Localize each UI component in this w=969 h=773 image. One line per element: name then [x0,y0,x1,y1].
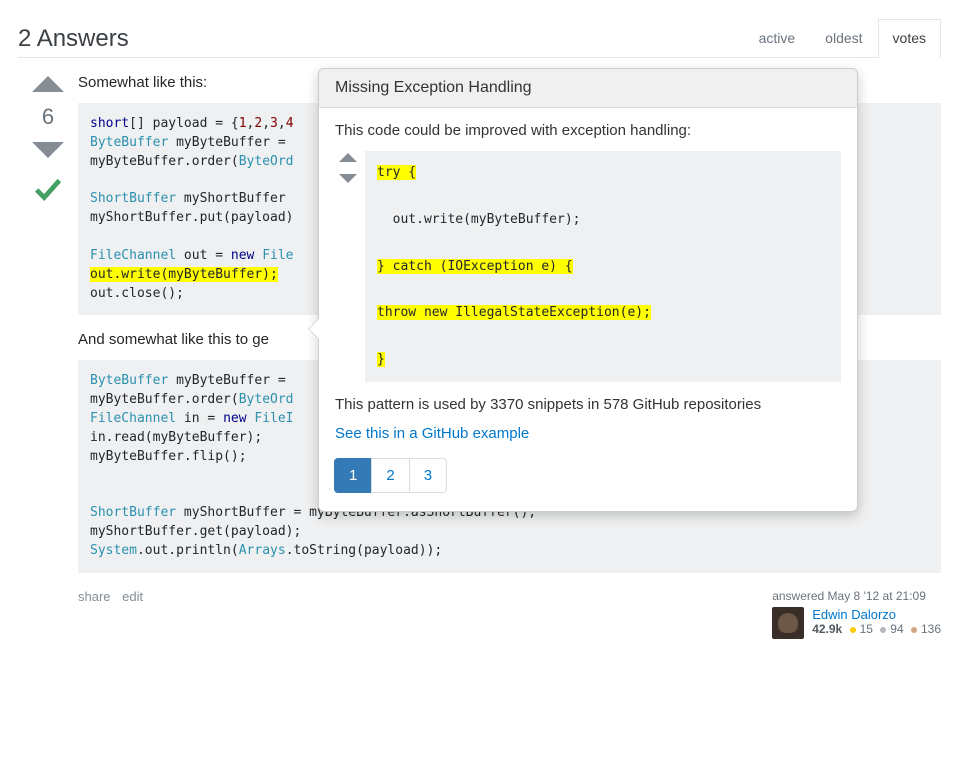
highlighted-code-line: out.write(myByteBuffer); [90,267,278,282]
popover-description: This code could be improved with excepti… [335,122,841,139]
sort-tabs: active oldest votes [744,18,941,57]
suggested-code-snippet: try { out.write(myByteBuffer); } catch (… [365,151,841,382]
accepted-check-icon [31,172,65,209]
pager: 1 2 3 [335,458,841,493]
bronze-badge-dot-icon [911,627,917,633]
downvote-icon[interactable] [32,142,64,158]
reputation: 42.9k [812,622,842,636]
snippet-upvote-icon[interactable] [339,153,357,162]
tab-votes[interactable]: votes [878,19,941,58]
page-1-button[interactable]: 1 [334,458,372,493]
edit-link[interactable]: edit [122,589,143,604]
suggestion-popover: Missing Exception Handling This code cou… [318,68,858,512]
upvote-icon[interactable] [32,76,64,92]
page-2-button[interactable]: 2 [371,458,409,493]
snippet-vote-column [335,151,361,382]
tab-active[interactable]: active [744,19,811,58]
silver-badge-dot-icon [880,627,886,633]
gold-badge-count: 15 [860,622,873,636]
user-name-link[interactable]: Edwin Dalorzo [812,607,941,622]
answers-count-heading: 2 Answers [18,25,129,53]
user-card: answered May 8 '12 at 21:09 Edwin Dalorz… [772,589,941,639]
popover-title: Missing Exception Handling [319,69,857,108]
share-link[interactable]: share [78,589,111,604]
popover-stats: This pattern is used by 3370 snippets in… [335,396,841,413]
vote-column: 6 [18,74,78,639]
gold-badge-dot-icon [850,627,856,633]
vote-count: 6 [42,104,54,130]
popover-arrow-icon [309,319,319,339]
answered-time: answered May 8 '12 at 21:09 [772,589,941,603]
snippet-downvote-icon[interactable] [339,174,357,183]
post-actions: share edit [78,589,151,639]
github-example-link[interactable]: See this in a GitHub example [335,425,529,442]
avatar[interactable] [772,607,804,639]
bronze-badge-count: 136 [921,622,941,636]
page-3-button[interactable]: 3 [409,458,447,493]
tab-oldest[interactable]: oldest [810,19,877,58]
silver-badge-count: 94 [890,622,903,636]
